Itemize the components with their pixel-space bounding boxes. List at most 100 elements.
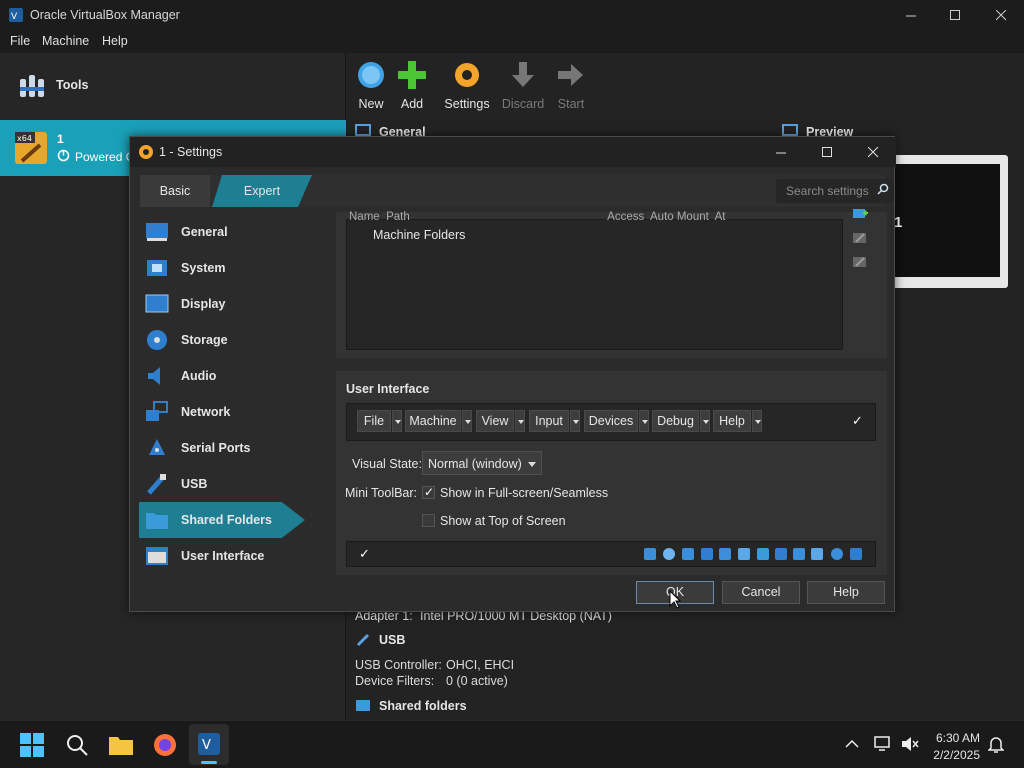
status-bar-enabled-checkmark[interactable]: ✓ [359, 546, 370, 562]
virtualbox-logo-icon: V [9, 8, 23, 22]
minimize-button[interactable] [888, 0, 934, 31]
visual-state-select[interactable]: Normal (window) [422, 451, 542, 475]
nav-serial-ports[interactable]: Serial Ports [139, 430, 304, 466]
dialog-maximize-button[interactable] [804, 137, 850, 167]
shared-folders-indicator-icon[interactable] [757, 548, 769, 560]
remove-folder-icon[interactable] [852, 254, 868, 270]
mode-switcher: Basic Expert Search settings [140, 175, 894, 207]
usb-indicator-icon[interactable] [738, 548, 750, 560]
clock-time[interactable]: 6:30 AM [936, 731, 980, 745]
menu-chip-view[interactable]: View [476, 410, 514, 432]
menu-chip-view-dropdown[interactable] [515, 410, 525, 432]
disk-icon [147, 330, 167, 350]
vt-indicator-icon[interactable] [811, 548, 823, 560]
menu-chip-debug[interactable]: Debug [652, 410, 699, 432]
clock-date[interactable]: 2/2/2025 [933, 748, 980, 762]
show-fullscreen-checkbox[interactable]: ✓ [422, 485, 435, 499]
dialog-minimize-button[interactable] [758, 137, 804, 167]
hard-disk-indicator-icon[interactable] [644, 548, 656, 560]
serial-port-icon [149, 439, 165, 455]
dialog-gear-icon [139, 145, 153, 159]
keyboard-indicator-icon[interactable] [850, 548, 862, 560]
menu-help[interactable]: Help [102, 34, 128, 48]
menu-bar-enabled-checkmark[interactable]: ✓ [852, 413, 863, 429]
network-indicator-icon[interactable] [719, 548, 731, 560]
menu-file[interactable]: File [10, 34, 30, 48]
nav-general[interactable]: General [139, 214, 304, 250]
show-top-checkbox[interactable] [422, 514, 435, 527]
virtualbox-taskbar-button[interactable]: V [189, 724, 229, 765]
machine-folders-item[interactable]: Machine Folders [373, 228, 465, 242]
menu-chip-help-dropdown[interactable] [752, 410, 762, 432]
menu-chip-machine[interactable]: Machine [405, 410, 461, 432]
show-fullscreen-label: Show in Full-screen/Seamless [440, 486, 609, 500]
start-windows-icon[interactable] [19, 732, 45, 758]
start-button[interactable]: Start [541, 59, 601, 111]
help-button[interactable]: Help [807, 581, 885, 604]
menu-machine[interactable]: Machine [42, 34, 89, 48]
menu-chip-machine-dropdown[interactable] [462, 410, 472, 432]
tools-label: Tools [56, 78, 89, 92]
settings-dialog: 1 - Settings Basic Expert Search setting… [129, 136, 896, 612]
vm-os-icon: x64 [15, 132, 47, 164]
optical-drive-indicator-icon[interactable] [663, 548, 675, 560]
add-button[interactable]: Add [382, 59, 442, 111]
svg-text:V: V [11, 12, 18, 22]
cancel-button[interactable]: Cancel [722, 581, 800, 604]
chevron-down-icon [528, 462, 536, 467]
shared-folders-panel: Name Path Access Auto Mount At Machine F… [336, 209, 887, 358]
display-icon [145, 294, 169, 313]
nav-display[interactable]: Display [139, 286, 304, 322]
network-tray-icon[interactable] [874, 736, 892, 752]
nav-audio[interactable]: Audio [139, 358, 304, 394]
recording-indicator-icon[interactable] [793, 548, 805, 560]
dialog-close-button[interactable] [850, 137, 896, 167]
vm-state: Powered O [75, 150, 136, 164]
menu-chip-input-dropdown[interactable] [570, 410, 580, 432]
floppy-indicator-icon[interactable] [682, 548, 694, 560]
menu-chip-help[interactable]: Help [713, 410, 751, 432]
add-folder-icon[interactable] [852, 208, 868, 220]
nav-usb[interactable]: USB [139, 466, 304, 502]
menu-chip-devices-dropdown[interactable] [639, 410, 649, 432]
folders-header: Name Path Access Auto Mount At [349, 211, 726, 221]
firefox-icon[interactable] [152, 732, 178, 758]
menu-chip-input[interactable]: Input [529, 410, 569, 432]
virtualbox-icon: V [198, 733, 220, 755]
menu-chip-file[interactable]: File [357, 410, 391, 432]
nav-system[interactable]: System [139, 250, 304, 286]
audio-indicator-icon[interactable] [701, 548, 713, 560]
mini-toolbar-label: Mini ToolBar: [345, 486, 418, 500]
display-indicator-icon[interactable] [775, 548, 787, 560]
menu-chip-debug-dropdown[interactable] [700, 410, 710, 432]
search-settings-input[interactable]: Search settings [776, 179, 894, 203]
usb-section-icon [356, 633, 370, 647]
settings-button[interactable]: Settings [437, 59, 497, 111]
shared-folders-heading: Shared folders [379, 699, 467, 713]
mouse-indicator-icon[interactable] [831, 548, 843, 560]
checkmark-icon: ✓ [424, 485, 435, 499]
chevron-up-icon[interactable] [845, 739, 859, 749]
close-button[interactable] [978, 0, 1024, 31]
edit-folder-icon[interactable] [852, 230, 868, 246]
file-explorer-icon[interactable] [108, 732, 134, 758]
device-filters-value: 0 (0 active) [446, 674, 508, 688]
nav-user-interface[interactable]: User Interface [139, 538, 304, 574]
nav-storage[interactable]: Storage [139, 322, 304, 358]
nav-network[interactable]: Network [139, 394, 304, 430]
menu-chip-devices[interactable]: Devices [584, 410, 638, 432]
mode-expert-tab[interactable]: Expert [212, 175, 312, 207]
notification-bell-icon[interactable] [988, 736, 1004, 754]
menu-chip-file-dropdown[interactable] [392, 410, 402, 432]
shared-folders-tree[interactable]: Name Path Access Auto Mount At Machine F… [346, 211, 843, 350]
volume-muted-icon[interactable] [901, 736, 919, 752]
search-icon[interactable] [64, 732, 90, 758]
maximize-button[interactable] [932, 0, 978, 31]
menu-bar: File Machine Help [0, 31, 1024, 53]
nav-shared-folders[interactable]: Shared Folders [139, 502, 305, 538]
mode-basic-tab[interactable]: Basic [140, 175, 210, 207]
search-icon [877, 183, 889, 195]
tools-item[interactable]: Tools [0, 53, 346, 119]
tools-icon [20, 75, 44, 97]
usb-icon [147, 474, 166, 495]
